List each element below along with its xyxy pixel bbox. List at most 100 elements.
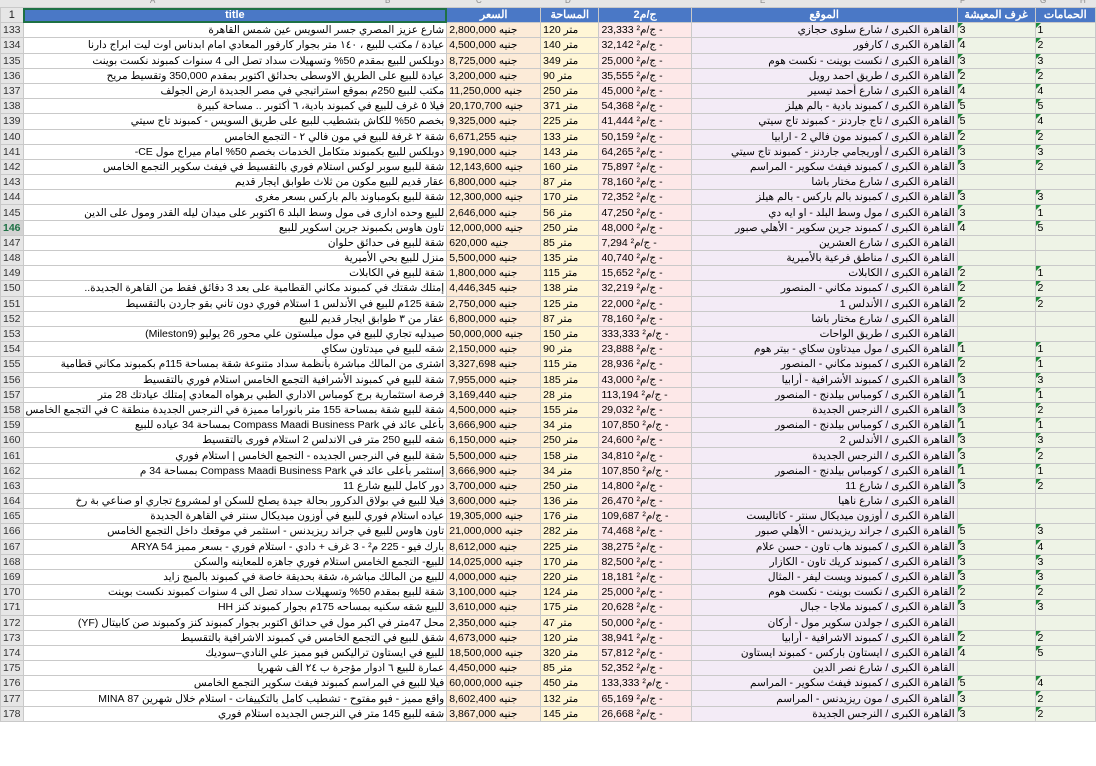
- row-number[interactable]: 168: [0, 553, 24, 570]
- cell-baths[interactable]: 2: [1034, 690, 1096, 707]
- cell-price[interactable]: جنيه 4,446,345: [446, 280, 542, 297]
- cell-area[interactable]: متر 160: [540, 158, 600, 176]
- cell-price[interactable]: جنيه 3,867,000: [446, 705, 542, 722]
- cell-baths[interactable]: 1: [1034, 265, 1096, 282]
- cell-price-per-m[interactable]: ج/م² 22,000 -: [598, 295, 692, 312]
- cell-price[interactable]: جنيه 6,150,000: [446, 432, 542, 449]
- cell-rooms[interactable]: 3: [956, 22, 1036, 39]
- cell-baths[interactable]: 3: [1034, 568, 1096, 586]
- cell-price-per-m[interactable]: ج/م² 74,468 -: [598, 523, 692, 540]
- cell-location[interactable]: القاهرة الكبرى / أوزون ميديكال سنتر - كا…: [690, 508, 958, 525]
- cell-price-per-m[interactable]: ج/م² 72,352 -: [598, 189, 692, 206]
- cell-title[interactable]: محل 47متر في اكبر مول في حدائق اكتوبر بج…: [22, 614, 448, 631]
- cell-price-per-m[interactable]: ج/م² 45,000 -: [598, 82, 692, 100]
- cell-rooms[interactable]: 5: [956, 113, 1036, 130]
- cell-area[interactable]: متر 143: [540, 143, 600, 160]
- cell-area[interactable]: متر 170: [540, 189, 600, 206]
- cell-price[interactable]: جنيه 3,327,698: [446, 356, 542, 373]
- cell-location[interactable]: القاهرة الكبرى / كمبوند الاشرافية - أراب…: [690, 629, 958, 646]
- cell-area[interactable]: متر 320: [540, 644, 600, 662]
- cell-baths[interactable]: 2: [1034, 477, 1096, 495]
- row-number[interactable]: 170: [0, 584, 24, 601]
- cell-price[interactable]: جنيه 5,500,000: [446, 447, 542, 464]
- row-number[interactable]: 156: [0, 371, 24, 388]
- cell-price[interactable]: جنيه 3,100,000: [446, 584, 542, 601]
- column-letter[interactable]: H: [1080, 0, 1086, 5]
- cell-price[interactable]: جنيه 6,800,000: [446, 310, 542, 327]
- cell-rooms[interactable]: [956, 310, 1036, 327]
- cell-location[interactable]: القاهرة الكبرى / كمبوند ملاجا - جبال: [690, 599, 958, 616]
- cell-rooms[interactable]: 3: [956, 401, 1036, 419]
- cell-rooms[interactable]: [956, 508, 1036, 525]
- cell-baths[interactable]: 1: [1034, 204, 1096, 221]
- cell-area[interactable]: متر 170: [540, 553, 600, 570]
- cell-title[interactable]: عيادة / مكتب للبيع ، ١٤٠ متر بجوار كارفو…: [22, 37, 448, 54]
- cell-price[interactable]: جنيه 50,000,000: [446, 325, 542, 343]
- row-number[interactable]: 174: [0, 644, 24, 662]
- cell-area[interactable]: متر 176: [540, 508, 600, 525]
- cell-baths[interactable]: 1: [1034, 22, 1096, 39]
- cell-price-per-m[interactable]: ج/م² 109,687 -: [598, 508, 692, 525]
- cell-rooms[interactable]: 1: [956, 341, 1036, 358]
- cell-location[interactable]: القاهرة الكبرى / كومباس بيلدنج - المنصور: [690, 386, 958, 403]
- cell-baths[interactable]: [1034, 660, 1096, 677]
- cell-area[interactable]: متر 225: [540, 113, 600, 130]
- cell-baths[interactable]: 3: [1034, 371, 1096, 388]
- cell-title[interactable]: شقه للبيع 250 متر فى الاندلس 2 استلام فو…: [22, 432, 448, 449]
- cell-title[interactable]: شقة للبيع في النرجس الجديده - التجمع الخ…: [22, 447, 448, 464]
- cell-baths[interactable]: 1: [1034, 417, 1096, 434]
- cell-price-per-m[interactable]: ج/م² 26,668 -: [598, 705, 692, 722]
- cell-price[interactable]: جنيه 20,170,700: [446, 98, 542, 115]
- cell-location[interactable]: القاهرة الكبرى / نكست بوينت - نكست هوم: [690, 52, 958, 69]
- cell-rooms[interactable]: 3: [956, 52, 1036, 69]
- cell-baths[interactable]: [1034, 310, 1096, 327]
- cell-price[interactable]: جنيه 4,500,000: [446, 401, 542, 419]
- cell-price-per-m[interactable]: ج/م² 54,368 -: [598, 98, 692, 115]
- cell-area[interactable]: متر 250: [540, 219, 600, 236]
- cell-baths[interactable]: 2: [1034, 401, 1096, 419]
- cell-rooms[interactable]: 3: [956, 158, 1036, 176]
- cell-rooms[interactable]: [956, 325, 1036, 343]
- cell-price[interactable]: جنيه 2,800,000: [446, 22, 542, 39]
- cell-title[interactable]: منزل للبيع بحي الأميرية: [22, 249, 448, 267]
- cell-title[interactable]: شقة للبيع في كمبوند الأشرافية التجمع الخ…: [22, 371, 448, 388]
- cell-price[interactable]: جنيه 2,150,000: [446, 341, 542, 358]
- cell-title[interactable]: شارع عزيز المصري جسر السويس عين شمس القا…: [22, 22, 448, 39]
- cell-title[interactable]: عيادة للبيع على الطريق الاوسطى بحدائق اك…: [22, 67, 448, 84]
- cell-price-per-m[interactable]: ج/م² 25,000 -: [598, 584, 692, 601]
- cell-price-per-m[interactable]: ج/م² 40,740 -: [598, 249, 692, 267]
- row-number[interactable]: 148: [0, 249, 24, 267]
- cell-price-per-m[interactable]: ج/م² 57,812 -: [598, 644, 692, 662]
- cell-rooms[interactable]: 3: [956, 447, 1036, 464]
- cell-price[interactable]: جنيه 7,955,000: [446, 371, 542, 388]
- cell-area[interactable]: متر 120: [540, 629, 600, 646]
- column-letter[interactable]: D: [565, 0, 571, 5]
- cell-rooms[interactable]: 2: [956, 128, 1036, 145]
- cell-baths[interactable]: 4: [1034, 113, 1096, 130]
- cell-area[interactable]: متر 34: [540, 417, 600, 434]
- cell-location[interactable]: القاهرة الكبرى / شارع نصر الدين: [690, 660, 958, 677]
- column-letter[interactable]: A: [150, 0, 155, 5]
- header-location[interactable]: الموقع: [690, 6, 958, 24]
- row-number[interactable]: 158: [0, 401, 24, 419]
- cell-baths[interactable]: [1034, 249, 1096, 267]
- cell-price[interactable]: جنيه 21,000,000: [446, 523, 542, 540]
- cell-baths[interactable]: 3: [1034, 432, 1096, 449]
- cell-baths[interactable]: [1034, 614, 1096, 631]
- cell-location[interactable]: القاهرة الكبرى / جولدن سكوير مول - أركان: [690, 614, 958, 631]
- cell-title[interactable]: دور كامل للبيع شارع 11: [22, 477, 448, 495]
- row-number[interactable]: 1: [0, 6, 24, 24]
- cell-location[interactable]: القاهرة الكبرى / الأندلس 1: [690, 295, 958, 312]
- cell-price-per-m[interactable]: ج/م² 50,159 -: [598, 128, 692, 145]
- row-number[interactable]: 164: [0, 492, 24, 510]
- cell-price-per-m[interactable]: ج/م² 107,850 -: [598, 417, 692, 434]
- cell-area[interactable]: متر 120: [540, 22, 600, 39]
- cell-location[interactable]: القاهرة الكبرى / كمبوند الأشرافية - أراب…: [690, 371, 958, 388]
- cell-title[interactable]: مكتب للبيع 250م بموقع استراتيجي في مصر ا…: [22, 82, 448, 100]
- cell-title[interactable]: شقة للبيع فى حدائق حلوان: [22, 234, 448, 252]
- cell-price-per-m[interactable]: ج/م² 47,250 -: [598, 204, 692, 221]
- cell-title[interactable]: شقق للبيع في التجمع الخامس في كمبوند الا…: [22, 629, 448, 646]
- cell-price-per-m[interactable]: ج/م² 15,652 -: [598, 265, 692, 282]
- cell-price-per-m[interactable]: ج/م² 64,265 -: [598, 143, 692, 160]
- cell-location[interactable]: القاهرة الكبرى / كمبوند فيفث سكوير - الم…: [690, 158, 958, 176]
